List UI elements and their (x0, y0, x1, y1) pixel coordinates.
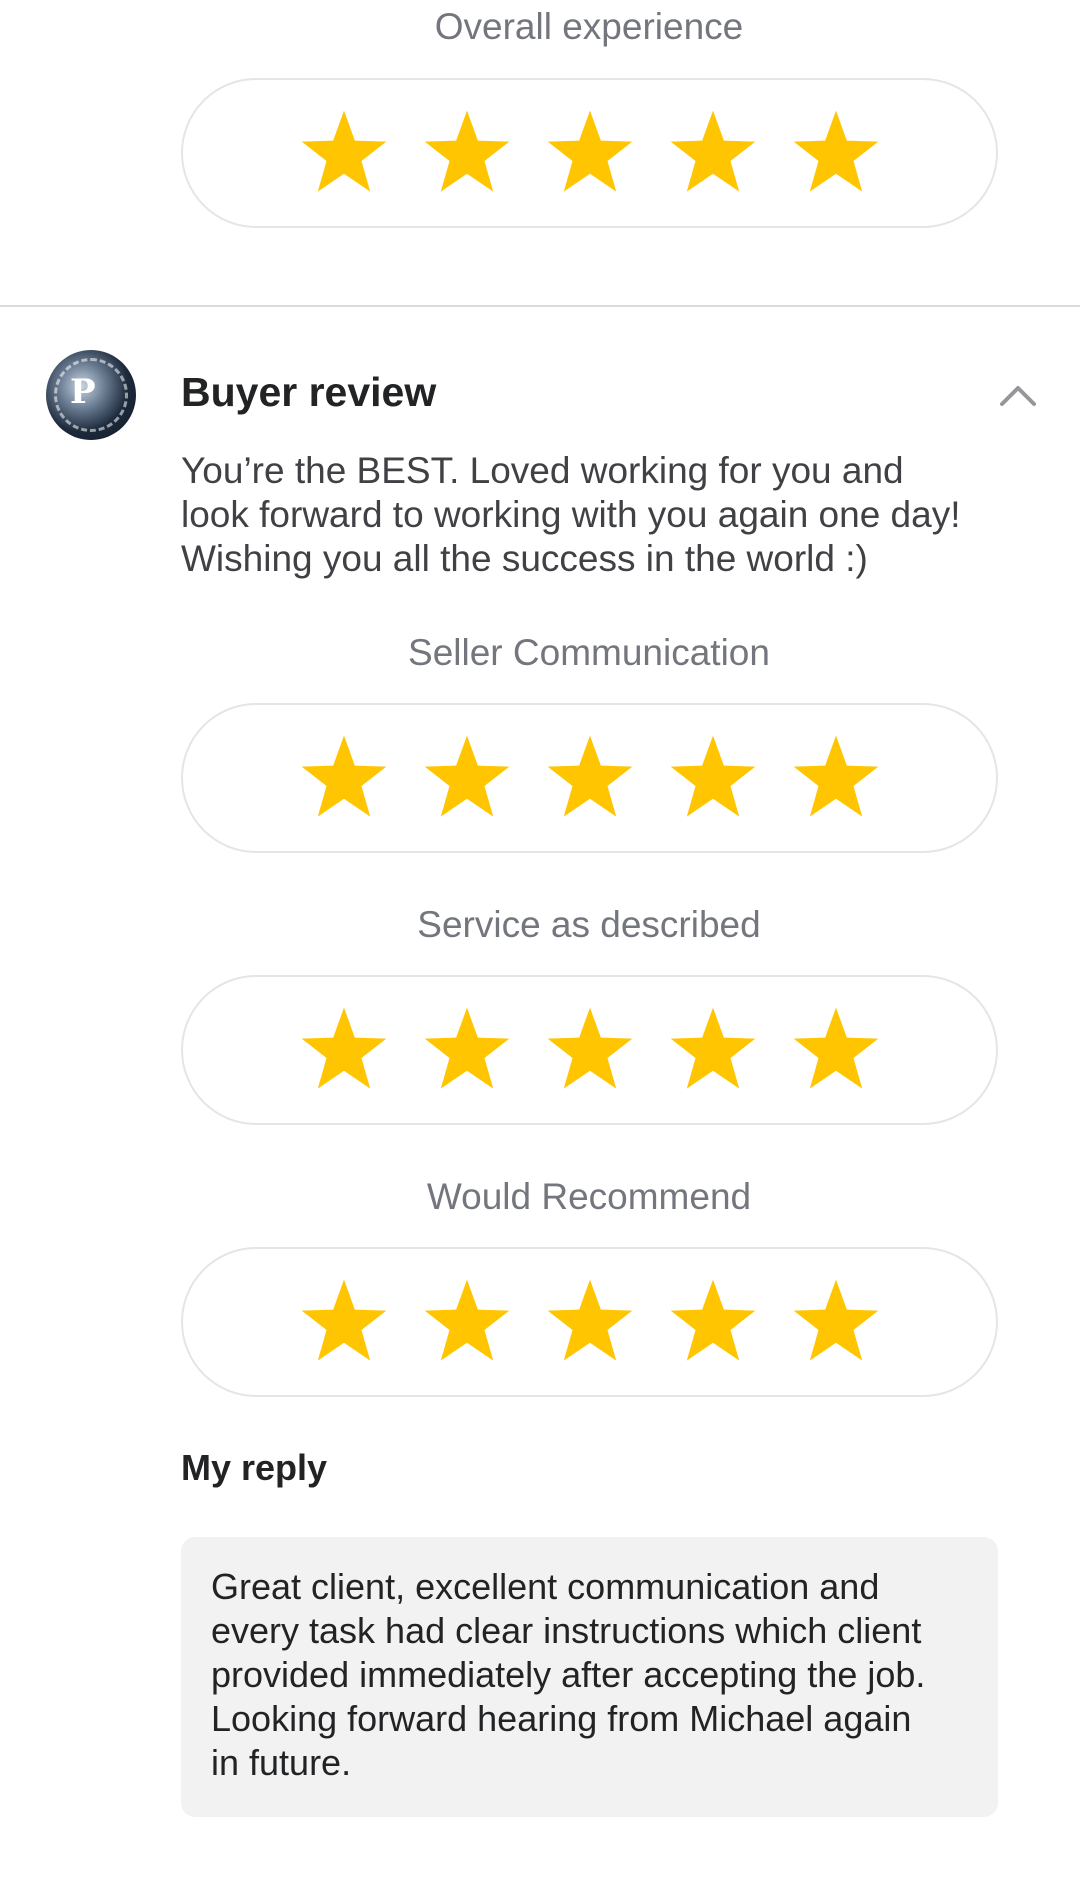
section-divider (0, 305, 1080, 307)
reply-text-line: every task had clear instructions which … (211, 1610, 922, 1651)
star-icon (421, 1276, 513, 1368)
seller-communication-stars (181, 703, 998, 853)
review-page: Overall experience P Buyer review You’re… (0, 0, 1080, 1881)
buyer-review-title: Buyer review (181, 369, 437, 415)
star-icon (667, 107, 759, 199)
reply-text-line: provided immediately after accepting the… (211, 1654, 926, 1695)
star-icon (790, 1276, 882, 1368)
reply-text-line: in future. (211, 1742, 352, 1783)
star-icon (544, 1276, 636, 1368)
star-icon (421, 1004, 513, 1096)
star-icon (667, 1004, 759, 1096)
chevron-up-icon[interactable] (996, 374, 1040, 414)
star-icon (790, 107, 882, 199)
star-icon (790, 732, 882, 824)
seller-communication-title: Seller Communication (408, 632, 770, 673)
my-reply-title: My reply (181, 1447, 328, 1488)
star-icon (421, 107, 513, 199)
overall-experience-stars (181, 78, 998, 228)
would-recommend-title: Would Recommend (426, 1176, 752, 1217)
star-icon (544, 107, 636, 199)
would-recommend-stars (181, 1247, 998, 1397)
star-icon (667, 1276, 759, 1368)
star-icon (298, 1004, 390, 1096)
review-text-line: You’re the BEST. Loved working for you a… (181, 450, 904, 491)
star-icon (790, 1004, 882, 1096)
avatar-letter: P (70, 372, 96, 412)
review-text-line: Wishing you all the success in the world… (181, 538, 868, 579)
star-icon (667, 732, 759, 824)
service-as-described-stars (181, 975, 998, 1125)
buyer-avatar[interactable]: P (46, 350, 136, 440)
review-text-line: look forward to working with you again o… (181, 494, 961, 535)
star-icon (544, 1004, 636, 1096)
star-icon (421, 732, 513, 824)
reply-text-line: Great client, excellent communication an… (211, 1566, 880, 1607)
buyer-review-text: You’re the BEST. Loved working for you a… (181, 449, 1021, 581)
star-icon (298, 1276, 390, 1368)
star-icon (298, 732, 390, 824)
star-icon (544, 732, 636, 824)
my-reply-box: Great client, excellent communication an… (181, 1537, 998, 1817)
service-as-described-title: Service as described (417, 904, 761, 945)
star-icon (298, 107, 390, 199)
reply-text-line: Looking forward hearing from Michael aga… (211, 1698, 912, 1739)
overall-experience-title: Overall experience (434, 6, 744, 47)
